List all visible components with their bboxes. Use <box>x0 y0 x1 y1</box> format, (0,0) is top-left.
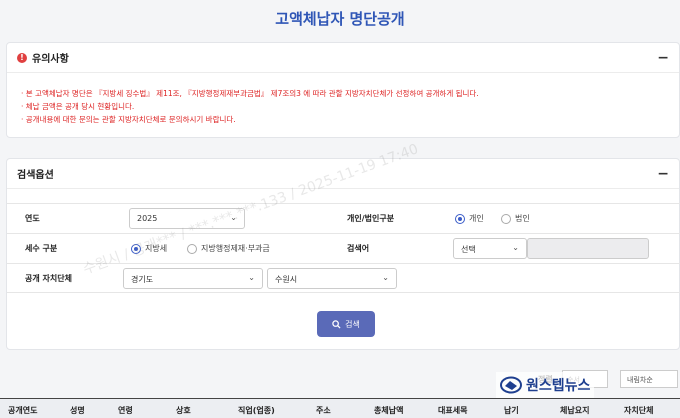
chevron-down-icon: ⌄ <box>230 213 237 222</box>
province-select[interactable]: 경기도 ⌄ <box>123 268 263 289</box>
radio-dot-icon <box>187 243 197 254</box>
col-header: 주소 <box>316 406 331 415</box>
search-button[interactable]: 검색 <box>317 311 375 337</box>
search-icon <box>332 319 341 329</box>
notice-line: · 체납 금액은 공개 당시 현황입니다. <box>21 102 135 111</box>
keyword-type-select[interactable]: 선택 ⌄ <box>453 238 527 259</box>
notice-line: · 공개내용에 대한 문의는 관할 지방자치단체로 문의하시기 바랍니다. <box>21 115 236 124</box>
person-type-label: 개인/법인구분 <box>347 214 395 223</box>
brand-logo: 원스텝뉴스 <box>496 372 595 398</box>
radio-local-tax[interactable]: 지방세 <box>131 243 167 254</box>
warning-icon: ! <box>17 52 27 63</box>
col-header: 성명 <box>70 406 85 415</box>
col-header: 연령 <box>118 406 133 415</box>
radio-dot-icon <box>455 213 465 224</box>
radio-dot-icon <box>501 213 511 224</box>
logo-icon <box>500 376 522 394</box>
notice-line: · 본 고액체납자 명단은 『지방세 징수법』 제11조, 『지방행정제재부과금… <box>21 89 479 98</box>
search-title: 검색옵션 <box>17 170 54 181</box>
search-panel: 검색옵션 − 연도 2025 ⌄ 개인/법인구분 개인 법인 세수 구분 지방세… <box>6 158 680 350</box>
radio-admin-sanction[interactable]: 지방행정제재·부과금 <box>187 243 270 254</box>
collapse-icon[interactable]: − <box>657 50 669 66</box>
chevron-down-icon: ⌄ <box>512 243 519 252</box>
form-row-year: 연도 2025 ⌄ 개인/법인구분 개인 법인 <box>7 203 680 233</box>
region-label: 공개 자치단체 <box>25 274 72 283</box>
page-title: 고액체납자 명단공개 <box>275 10 405 28</box>
year-select[interactable]: 2025 ⌄ <box>129 208 245 229</box>
notice-panel: ! 유의사항 − · 본 고액체납자 명단은 『지방세 징수법』 제11조, 『… <box>6 42 680 138</box>
col-header: 공개연도 <box>8 406 38 415</box>
notice-title: 유의사항 <box>32 54 69 65</box>
radio-dot-icon <box>131 243 141 254</box>
form-row-region: 공개 자치단체 경기도 ⌄ 수원시 ⌄ <box>7 263 680 293</box>
chevron-down-icon: ⌄ <box>248 273 255 282</box>
radio-corporation[interactable]: 법인 <box>501 213 530 224</box>
result-table-header: 공개연도 성명 연령 상호 직업(업종) 주소 총체납액 대표세목 납기 체납요… <box>0 398 680 418</box>
city-select[interactable]: 수원시 ⌄ <box>267 268 397 289</box>
col-header: 자치단체 <box>624 406 654 415</box>
collapse-icon[interactable]: − <box>657 166 669 182</box>
notice-header[interactable]: ! 유의사항 − <box>7 43 679 73</box>
col-header: 납기 <box>504 406 519 415</box>
notice-body: · 본 고액체납자 명단은 『지방세 징수법』 제11조, 『지방행정제재부과금… <box>7 73 679 140</box>
keyword-input[interactable] <box>527 238 649 259</box>
chevron-down-icon: ⌄ <box>382 273 389 282</box>
search-header[interactable]: 검색옵션 − <box>7 159 679 189</box>
col-header: 상호 <box>176 406 191 415</box>
radio-individual[interactable]: 개인 <box>455 213 484 224</box>
year-label: 연도 <box>25 214 40 223</box>
sort-order-select[interactable]: 내림차순 <box>620 370 678 388</box>
form-row-tax: 세수 구분 지방세 지방행정제재·부과금 검색어 선택 ⌄ <box>7 233 680 263</box>
col-header: 총체납액 <box>374 406 404 415</box>
keyword-label: 검색어 <box>347 244 370 253</box>
col-header: 대표세목 <box>438 406 468 415</box>
tax-type-label: 세수 구분 <box>25 244 58 253</box>
col-header: 직업(업종) <box>238 406 275 415</box>
col-header: 체납요지 <box>560 406 590 415</box>
